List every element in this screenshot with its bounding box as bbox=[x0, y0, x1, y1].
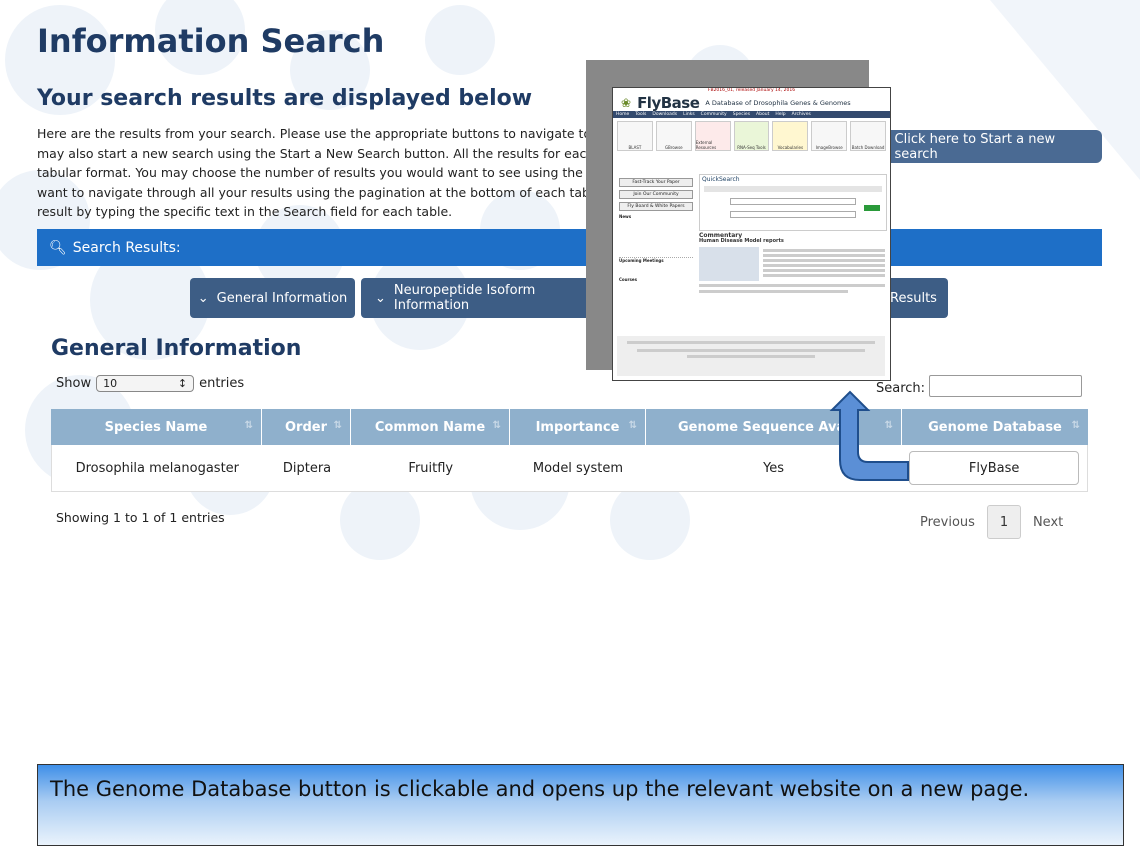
sort-icon: ⇅ bbox=[492, 420, 501, 431]
entries-control: Show 10 ↕ entries bbox=[56, 375, 245, 392]
search-icon: 🔍︎ bbox=[49, 239, 67, 256]
new-search-button[interactable]: 🔍︎ Click here to Start a new search bbox=[872, 130, 1102, 163]
general-information-button[interactable]: ⌄ General Information bbox=[190, 278, 355, 318]
intro-text: Here are the results from your search. P… bbox=[37, 126, 597, 219]
col-importance[interactable]: Importance ⇅ bbox=[510, 409, 646, 445]
flybase-left-column: Fast-Track Your Paper Join Our Community… bbox=[619, 178, 693, 282]
curved-arrow-icon bbox=[829, 390, 909, 481]
page-subtitle: Your search results are displayed below bbox=[37, 86, 533, 111]
search-input[interactable] bbox=[929, 375, 1082, 397]
col-species-name[interactable]: Species Name ⇅ bbox=[51, 409, 262, 445]
cell-genome-database: FlyBase bbox=[901, 445, 1087, 491]
table-header: Species Name ⇅ Order ⇅ Common Name ⇅ Import… bbox=[51, 409, 1088, 445]
col-common-name[interactable]: Common Name ⇅ bbox=[351, 409, 510, 445]
flybase-header: ❀ FlyBase A Database of Drosophila Genes… bbox=[613, 93, 890, 112]
page-1-button[interactable]: 1 bbox=[986, 505, 1021, 539]
previous-link[interactable]: Previous bbox=[920, 515, 975, 530]
caption-box: The Genome Database button is clickable … bbox=[37, 764, 1124, 846]
flybase-quicksearch: QuickSearch bbox=[699, 174, 887, 231]
sort-icon: ⇅ bbox=[628, 420, 637, 431]
cell-order: Diptera bbox=[282, 460, 332, 476]
entries-select[interactable]: 10 ↕ bbox=[96, 375, 195, 392]
search-results-bar: 🔍︎ Search Results: bbox=[37, 229, 1102, 266]
table-row: Drosophila melanogaster Diptera Fruitfly… bbox=[51, 445, 1088, 492]
neuropeptide-isoform-button[interactable]: ⌄ Neuropeptide Isoform Information bbox=[361, 278, 613, 318]
flybase-footer bbox=[617, 336, 885, 376]
col-order[interactable]: Order ⇅ bbox=[262, 409, 351, 445]
col-genome-database[interactable]: Genome Database ⇅ bbox=[902, 409, 1088, 445]
next-link[interactable]: Next bbox=[1033, 515, 1063, 530]
flybase-commentary: Commentary Human Disease Model reports bbox=[699, 233, 885, 296]
select-arrows-icon: ↕ bbox=[177, 377, 188, 390]
showing-entries: Showing 1 to 1 of 1 entries bbox=[56, 510, 225, 525]
flybase-nav: Home Tools Downloads Links Community Spe… bbox=[613, 111, 890, 118]
flybase-logo: FlyBase bbox=[637, 93, 700, 112]
sort-icon: ⇅ bbox=[1071, 420, 1080, 431]
section-title: General Information bbox=[51, 336, 302, 361]
chevron-down-icon: ⌄ bbox=[375, 290, 386, 306]
flybase-preview: FB2016_01, released January 14, 2016 ❀ F… bbox=[612, 87, 891, 381]
flybase-tiles: BLAST GBrowse External Resources RNA-Seq… bbox=[613, 118, 890, 154]
chevron-down-icon: ⌄ bbox=[197, 290, 209, 306]
page-title: Information Search bbox=[37, 22, 385, 60]
sort-icon: ⇅ bbox=[244, 420, 253, 431]
fly-logo-icon: ❀ bbox=[621, 95, 632, 110]
cell-common-name: Fruitfly bbox=[408, 460, 454, 476]
cell-importance: Model system bbox=[532, 460, 624, 476]
flybase-tagline: A Database of Drosophila Genes & Genomes bbox=[705, 98, 851, 107]
pagination: Previous 1 Next bbox=[920, 505, 1063, 539]
cell-species: Drosophila melanogaster bbox=[75, 460, 240, 476]
genome-database-button[interactable]: FlyBase bbox=[909, 451, 1080, 485]
sort-icon: ⇅ bbox=[333, 420, 342, 431]
